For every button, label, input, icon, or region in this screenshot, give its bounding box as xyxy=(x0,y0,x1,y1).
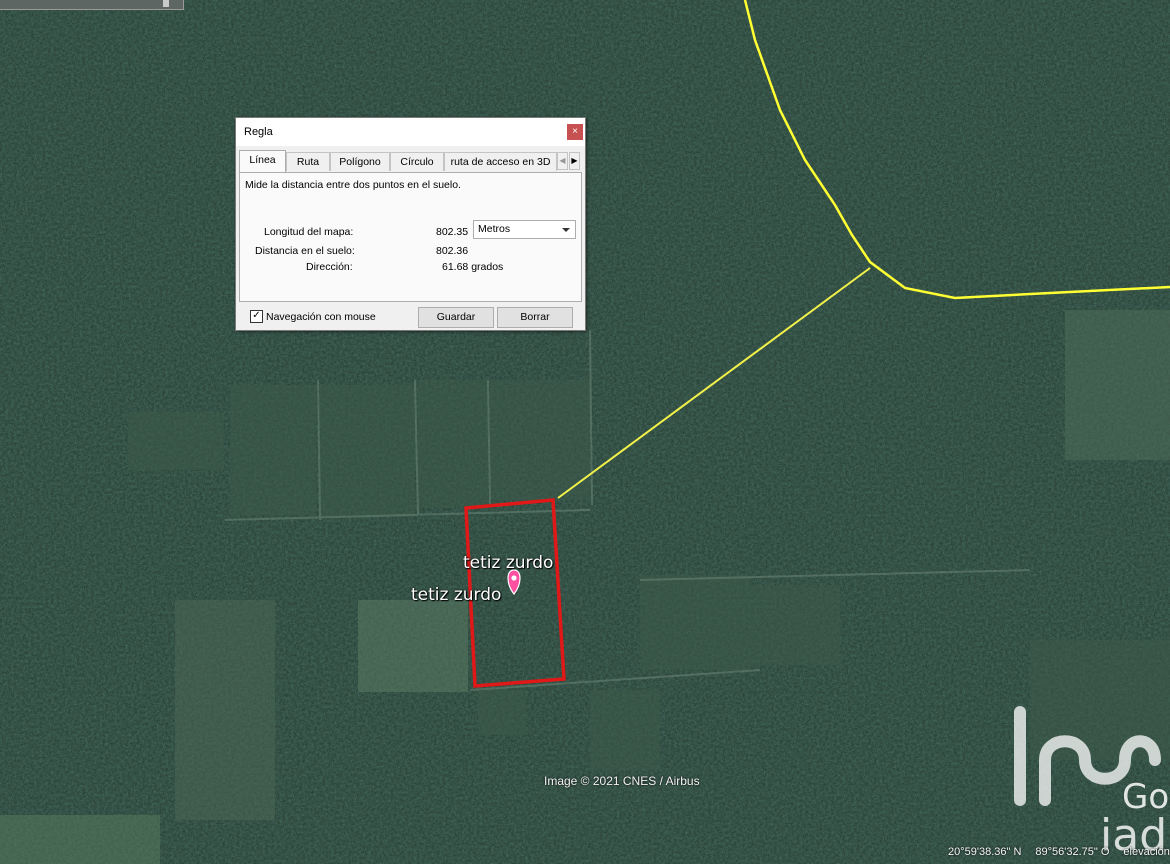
direction-label: Dirección: xyxy=(306,261,353,273)
latitude-readout: 20°59'38.36" N xyxy=(948,846,1022,858)
dialog-title: Regla xyxy=(244,126,273,138)
ground-distance-label: Distancia en el suelo: xyxy=(255,245,355,257)
tab-poligono[interactable]: Polígono xyxy=(330,152,390,171)
placemark-label[interactable]: tetiz zurdo xyxy=(463,553,553,573)
tab-ruta-3d[interactable]: ruta de acceso en 3D xyxy=(444,152,557,171)
description-text: Mide la distancia entre dos puntos en el… xyxy=(245,179,461,191)
map-length-label: Longitud del mapa: xyxy=(264,226,354,238)
unit-select-value: Metros xyxy=(478,223,511,235)
ruler-dialog: Regla × Línea Ruta Polígono Círculo ruta… xyxy=(235,117,586,331)
chevron-down-icon xyxy=(562,228,570,232)
ground-distance-value: 802.36 xyxy=(436,245,469,257)
save-button[interactable]: Guardar xyxy=(418,307,494,328)
elevation-label: elevación xyxy=(1123,846,1170,858)
tab-panel-linea: Mide la distancia entre dos puntos en el… xyxy=(239,172,582,302)
mouse-navigation-checkbox[interactable]: ✓ xyxy=(250,310,263,323)
close-button[interactable]: × xyxy=(567,124,583,140)
clear-button[interactable]: Borrar xyxy=(497,307,573,328)
tab-linea[interactable]: Línea xyxy=(239,150,286,172)
tab-circulo[interactable]: Círculo xyxy=(390,152,444,171)
mouse-navigation-label[interactable]: Navegación con mouse xyxy=(266,311,376,323)
longitude-readout: 89°56'32.75" O xyxy=(1035,846,1110,858)
tab-ruta[interactable]: Ruta xyxy=(286,152,330,171)
tab-scroll-right-icon[interactable]: ▶ xyxy=(569,152,580,170)
direction-value: 61.68 grados xyxy=(442,261,504,273)
google-watermark-partial: Go xyxy=(1122,777,1169,817)
placemark-label[interactable]: tetiz zurdo xyxy=(411,585,501,605)
unit-select[interactable]: Metros xyxy=(473,220,576,239)
tab-strip: Línea Ruta Polígono Círculo ruta de acce… xyxy=(239,150,583,172)
map-length-value: 802.35 xyxy=(436,226,469,238)
top-toolbar-fragment xyxy=(0,0,184,10)
dialog-titlebar[interactable]: Regla × xyxy=(236,118,585,146)
status-coordinates: 20°59'38.36" N 89°56'32.75" O elevación xyxy=(948,846,1170,858)
scrollbar-thumb[interactable] xyxy=(163,0,169,7)
imagery-credit: Image © 2021 CNES / Airbus xyxy=(544,774,700,788)
tab-scroll-left-icon[interactable]: ◀ xyxy=(557,152,568,170)
